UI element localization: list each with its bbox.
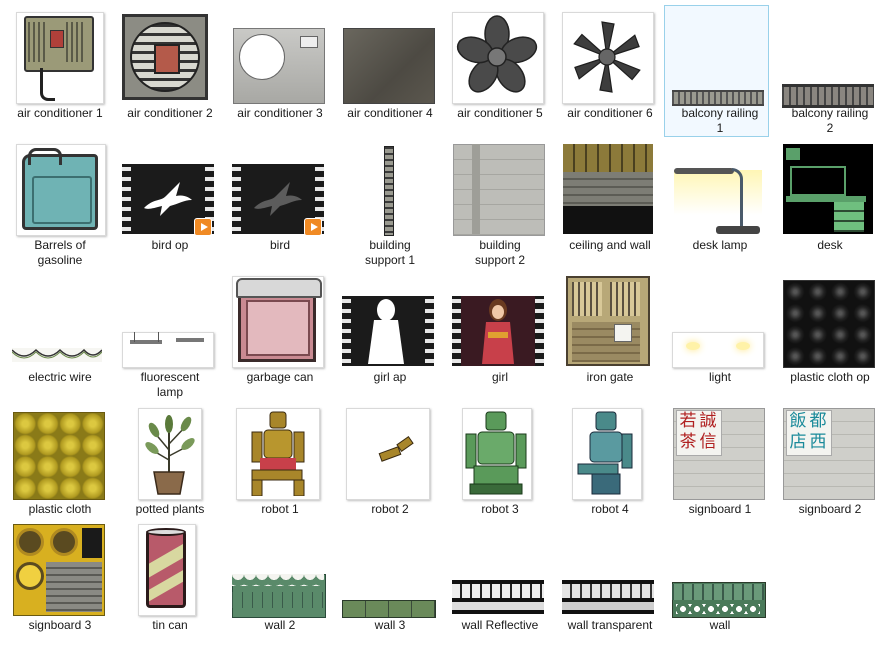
file-label: bird op <box>151 238 189 252</box>
file-label: wall <box>709 618 731 632</box>
file-label: air conditioner 5 <box>457 106 543 120</box>
file-label: light <box>708 370 731 384</box>
wall-strip-icon <box>556 522 664 618</box>
file-label: plastic cloth op <box>790 370 870 384</box>
gate-icon <box>556 274 664 370</box>
robot-icon <box>446 406 554 502</box>
file-label: garbage can <box>246 370 314 384</box>
signboard-char: 店 <box>789 432 807 452</box>
gas-can-icon <box>6 142 114 238</box>
wall-strip-icon <box>336 522 444 618</box>
robot-arm-icon <box>336 406 444 502</box>
support-beam-icon <box>336 142 444 238</box>
metal-panel-icon <box>226 10 334 106</box>
signboard-char: 飯 <box>789 411 807 431</box>
signboard-char: 都 <box>809 411 827 431</box>
robot-icon <box>226 406 334 502</box>
fan-blade-icon <box>446 10 554 106</box>
signboard-icon: 飯 都 店 西 <box>776 406 884 502</box>
file-label: desk lamp <box>692 238 748 252</box>
file-label: signboard 3 <box>28 618 92 632</box>
file-label: robot 3 <box>481 502 519 516</box>
wall-strip-icon <box>226 522 334 618</box>
tile-icon <box>776 274 884 370</box>
file-label: bird <box>269 238 290 252</box>
file-label: potted plants <box>135 502 205 516</box>
file-label: Barrels of gasoline <box>34 238 86 267</box>
signboard-char: 茶 <box>679 432 697 452</box>
file-label: balcony railing 1 <box>681 106 759 135</box>
signboard-char: 西 <box>809 432 827 452</box>
air-conditioner-icon <box>6 10 114 106</box>
file-label: iron gate <box>586 370 634 384</box>
bird-video-icon <box>116 142 224 238</box>
plant-icon <box>116 406 224 502</box>
desk-lamp-icon <box>666 142 774 238</box>
ceiling-icon <box>556 142 664 238</box>
file-label: ceiling and wall <box>569 238 651 252</box>
signboard-icon <box>6 522 114 618</box>
girl-video-icon <box>446 274 554 370</box>
file-label: wall transparent <box>567 618 653 632</box>
file-label: balcony railing 2 <box>791 106 869 135</box>
garbage-can-icon <box>226 274 334 370</box>
wire-icon <box>6 274 114 370</box>
file-label: signboard 2 <box>798 502 862 516</box>
file-label: building support 2 <box>474 238 526 267</box>
desk-icon <box>776 142 884 238</box>
rusted-plate-icon <box>336 10 444 106</box>
file-label: plastic cloth <box>28 502 92 516</box>
concrete-wall-icon <box>446 142 554 238</box>
file-label: air conditioner 4 <box>347 106 433 120</box>
signboard-char: 誠 <box>699 411 717 431</box>
bird-video-icon <box>226 142 334 238</box>
fan-blade-icon <box>556 10 664 106</box>
file-label: girl ap <box>373 370 407 384</box>
lamp-icon <box>116 274 224 370</box>
tile-icon <box>6 406 114 502</box>
file-label: girl <box>491 370 508 384</box>
file-label: tin can <box>152 618 188 632</box>
file-label: air conditioner 2 <box>127 106 213 120</box>
file-label: wall 3 <box>374 618 406 632</box>
file-label: air conditioner 3 <box>237 106 323 120</box>
wall-strip-icon <box>446 522 554 618</box>
file-label: air conditioner 1 <box>17 106 103 120</box>
file-label: wall 2 <box>264 618 296 632</box>
railing-icon <box>666 10 774 106</box>
tin-can-icon <box>116 522 224 618</box>
wall-strip-icon <box>666 522 774 618</box>
file-label: fluorescent lamp <box>140 370 200 399</box>
file-label: electric wire <box>28 370 92 384</box>
file-label: robot 4 <box>591 502 629 516</box>
file-label: wall Reflective <box>461 618 539 632</box>
file-label: desk <box>817 238 843 252</box>
signboard-char: 若 <box>679 411 697 431</box>
railing-icon <box>776 10 884 108</box>
file-label: building support 1 <box>364 238 416 267</box>
light-icon <box>666 274 774 370</box>
girl-video-icon <box>336 274 444 370</box>
signboard-icon: 若 誠 茶 信 <box>666 406 774 502</box>
file-label: signboard 1 <box>688 502 752 516</box>
file-label: robot 2 <box>371 502 409 516</box>
file-label: air conditioner 6 <box>567 106 653 120</box>
vent-grill-icon <box>116 10 224 106</box>
robot-icon <box>556 406 664 502</box>
signboard-char: 信 <box>699 432 717 452</box>
file-label: robot 1 <box>261 502 299 516</box>
